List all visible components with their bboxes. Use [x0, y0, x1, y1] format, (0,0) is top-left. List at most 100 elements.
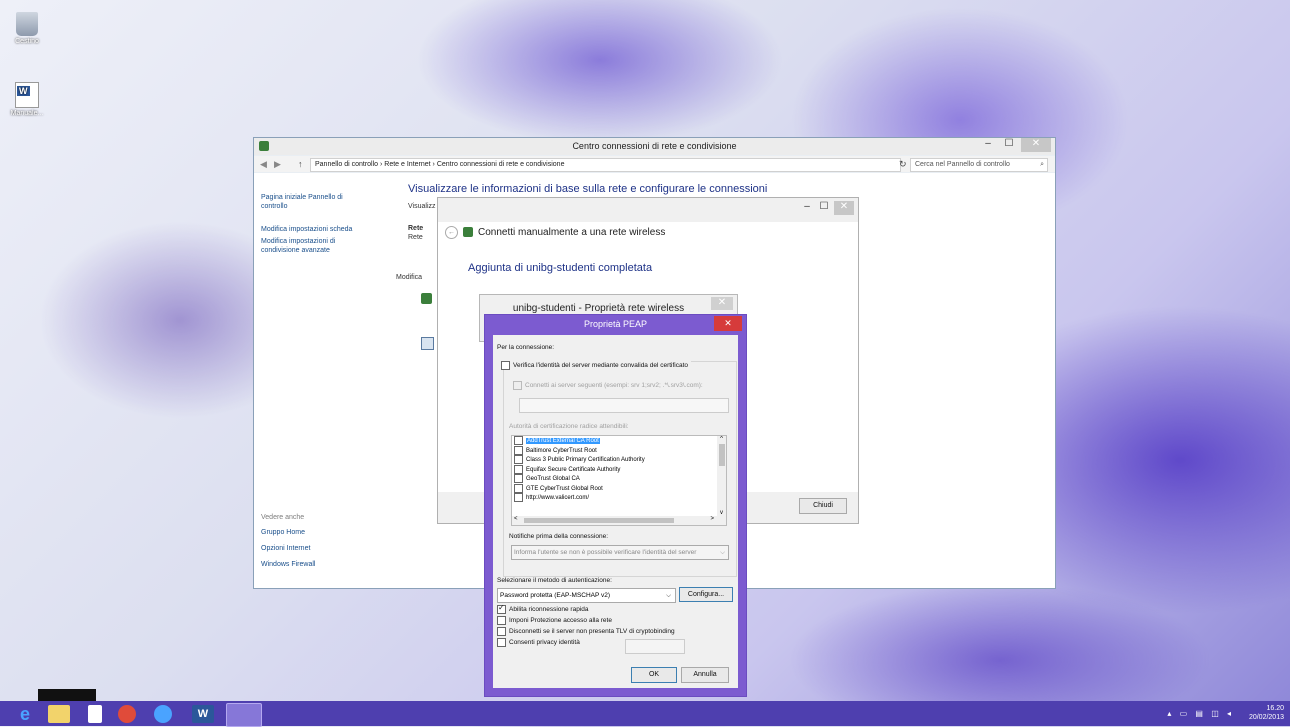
- network-name: Rete: [408, 225, 424, 232]
- checkbox[interactable]: [497, 603, 506, 614]
- back-arrow-icon[interactable]: ◀: [260, 159, 267, 170]
- breadcrumb-item[interactable]: Pannello di controllo: [315, 161, 378, 168]
- breadcrumb-item[interactable]: Rete e Internet: [384, 161, 430, 168]
- breadcrumb-item[interactable]: Centro connessioni di rete e condivision…: [437, 161, 565, 168]
- close-button[interactable]: ✕: [834, 201, 854, 215]
- clock[interactable]: 16.20 20/02/2013: [1249, 704, 1284, 722]
- close-button[interactable]: ✕: [711, 297, 733, 310]
- fast-reconnect-checkbox[interactable]: Abilita riconnessione rapida: [497, 603, 589, 614]
- list-item[interactable]: GeoTrust Global CA: [512, 474, 726, 484]
- modify-section-label: Modifica: [396, 274, 423, 281]
- close-button[interactable]: ✕: [1021, 138, 1051, 152]
- list-item[interactable]: Class 3 Public Primary Certification Aut…: [512, 455, 726, 465]
- desktop-icon-label: Manuale...: [10, 110, 44, 117]
- checkbox[interactable]: [501, 361, 510, 370]
- scroll-left-icon[interactable]: <: [514, 516, 518, 522]
- checkbox[interactable]: [514, 493, 523, 502]
- scroll-thumb[interactable]: [718, 444, 725, 466]
- verify-server-checkbox[interactable]: Verifica l'identità del server mediante …: [501, 361, 692, 370]
- window-title: unibg-studenti - Proprietà rete wireless: [512, 303, 685, 314]
- cryptobinding-checkbox[interactable]: Disconnetti se il server non presenta TL…: [497, 627, 675, 636]
- link-adapter-settings[interactable]: Modifica impostazioni scheda: [261, 225, 391, 234]
- checkbox[interactable]: [497, 616, 506, 625]
- control-panel-icon[interactable]: [226, 703, 262, 727]
- checkbox[interactable]: [514, 445, 523, 455]
- maximize-button[interactable]: ☐: [816, 201, 832, 215]
- close-button[interactable]: Chiudi: [799, 498, 847, 514]
- media-icon[interactable]: [118, 705, 136, 723]
- list-item[interactable]: http://www.valicert.com/: [512, 493, 726, 503]
- scroll-thumb[interactable]: [524, 518, 674, 523]
- forward-arrow-icon[interactable]: ▶: [274, 159, 281, 170]
- back-button[interactable]: ←: [445, 226, 458, 239]
- identity-privacy-checkbox[interactable]: Consenti privacy identità: [497, 638, 580, 647]
- left-pane: Pagina iniziale Pannello di controllo Mo…: [254, 173, 396, 588]
- desktop-icon-manual[interactable]: Manuale...: [4, 82, 50, 117]
- desktop-icon-recycle-bin[interactable]: Cestino: [4, 12, 50, 45]
- link-control-panel-home[interactable]: Pagina iniziale Pannello di controllo: [261, 193, 371, 211]
- internet-explorer-icon[interactable]: e: [14, 705, 36, 723]
- address-bar[interactable]: Pannello di controllo › Rete e Internet …: [310, 158, 901, 172]
- link-internet-options[interactable]: Opzioni Internet: [261, 544, 310, 553]
- nap-checkbox[interactable]: Imponi Protezione accesso alla rete: [497, 616, 612, 625]
- taskbar: e W ▴ ▭ ▤ ◫ ◂ 16.20 20/02/2013: [0, 689, 1290, 727]
- horizontal-scrollbar[interactable]: < >: [512, 516, 726, 525]
- page-heading: Visualizzare le informazioni di base sul…: [408, 183, 768, 195]
- list-item[interactable]: AddTrust External CA Root: [512, 436, 726, 446]
- notify-select[interactable]: Informa l'utente se non è possibile veri…: [511, 545, 729, 560]
- minimize-button[interactable]: –: [979, 138, 997, 152]
- app-icon[interactable]: [154, 705, 172, 723]
- ok-button[interactable]: OK: [631, 667, 677, 683]
- checkbox[interactable]: [513, 381, 522, 390]
- clock-date: 20/02/2013: [1248, 714, 1284, 721]
- list-item[interactable]: GTE CyberTrust Global Root: [512, 483, 726, 494]
- up-arrow-icon[interactable]: ↑: [298, 159, 303, 169]
- maximize-button[interactable]: ☐: [999, 138, 1019, 152]
- wireless-icon: [463, 227, 473, 237]
- wizard-message: Aggiunta di unibg-studenti completata: [468, 262, 653, 274]
- taskbar-tooltip: [38, 689, 96, 701]
- list-item[interactable]: Baltimore CyberTrust Root: [512, 445, 726, 456]
- word-icon[interactable]: W: [192, 705, 214, 723]
- search-icon: ⌕: [1040, 161, 1044, 168]
- troubleshoot-icon[interactable]: [421, 337, 434, 350]
- network-setup-icon[interactable]: [421, 293, 432, 304]
- tray-icons[interactable]: ▴ ▭ ▤ ◫ ◂: [1167, 709, 1234, 718]
- checkbox[interactable]: [497, 627, 506, 636]
- address-bar-row: ◀ ▶ ↑ Pannello di controllo › Rete e Int…: [254, 156, 1055, 172]
- checkbox[interactable]: [497, 638, 506, 647]
- vertical-scrollbar[interactable]: ^ v: [717, 436, 726, 516]
- connect-servers-checkbox[interactable]: Connetti ai server seguenti (esempi: srv…: [513, 381, 703, 390]
- list-item[interactable]: Equifax Secure Certificate Authority: [512, 464, 726, 475]
- link-homegroup[interactable]: Gruppo Home: [261, 528, 305, 537]
- link-advanced-sharing[interactable]: Modifica impostazioni di condivisione av…: [261, 237, 371, 255]
- checkbox[interactable]: [514, 455, 523, 464]
- link-windows-firewall[interactable]: Windows Firewall: [261, 560, 315, 569]
- file-explorer-icon[interactable]: [48, 705, 70, 723]
- servers-input[interactable]: [519, 398, 729, 413]
- auth-method-select[interactable]: Password protetta (EAP-MSCHAP v2) ⌵: [497, 588, 676, 603]
- close-button[interactable]: ✕: [714, 316, 742, 331]
- configure-button[interactable]: Configura...: [679, 587, 733, 602]
- section-text: Visualizz: [408, 203, 436, 210]
- clock-time: 16.20: [1266, 705, 1284, 712]
- refresh-icon[interactable]: ↻: [899, 159, 907, 170]
- search-input[interactable]: Cerca nel Pannello di controllo ⌕: [910, 158, 1048, 172]
- minimize-button[interactable]: –: [800, 201, 814, 215]
- cancel-button[interactable]: Annulla: [681, 667, 729, 683]
- ca-label: Autorità di certificazione radice attend…: [509, 423, 629, 430]
- checkbox[interactable]: [514, 436, 523, 445]
- notify-label: Notifiche prima della connessione:: [509, 533, 608, 540]
- title-bar[interactable]: Centro connessioni di rete e condivision…: [254, 138, 1055, 155]
- checkbox[interactable]: [514, 474, 523, 483]
- ca-list[interactable]: AddTrust External CA Root Baltimore Cybe…: [511, 435, 727, 526]
- chevron-down-icon: ⌵: [720, 549, 725, 556]
- scroll-up-icon[interactable]: ^: [717, 436, 726, 442]
- document-icon[interactable]: [88, 705, 102, 723]
- desktop-icon-label: Cestino: [15, 38, 39, 45]
- checkbox[interactable]: [514, 464, 523, 474]
- identity-input[interactable]: [625, 639, 685, 654]
- checkbox[interactable]: [514, 483, 523, 493]
- scroll-right-icon[interactable]: >: [710, 516, 714, 522]
- see-also-label: Vedere anche: [261, 514, 305, 521]
